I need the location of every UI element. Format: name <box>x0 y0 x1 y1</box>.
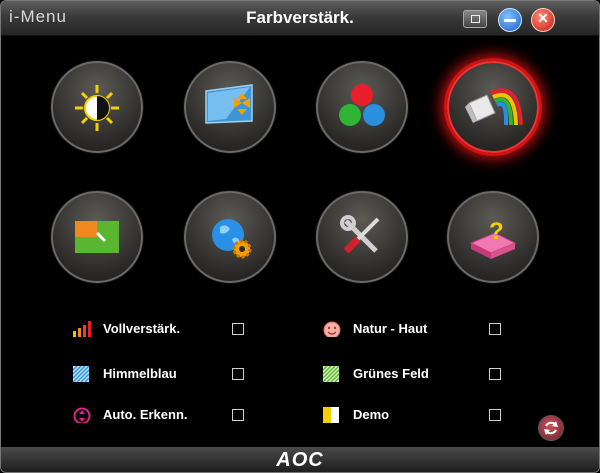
tile-image-setup[interactable] <box>184 61 276 153</box>
refresh-icon[interactable] <box>538 415 564 441</box>
nature-skin-checkbox[interactable] <box>489 323 501 335</box>
screen-arrows-icon <box>205 84 253 124</box>
footer-bar: AOC <box>1 447 599 472</box>
tile-osd-setup[interactable] <box>184 191 276 283</box>
green-field-checkbox[interactable] <box>489 368 501 380</box>
close-icon[interactable] <box>531 8 555 32</box>
option-label: Demo <box>353 407 390 422</box>
auto-detect-icon <box>73 407 91 423</box>
question-box-icon: ? <box>469 218 517 259</box>
demo-checkbox[interactable] <box>489 409 501 421</box>
globe-gear-icon <box>212 219 252 259</box>
tile-color-boost[interactable] <box>447 61 539 153</box>
imenu-window: i-Menu Farbverstärk. ✕ ? Vollverstärk. N… <box>0 0 600 473</box>
tile-brightness[interactable] <box>51 61 143 153</box>
demo-icon <box>323 407 339 423</box>
menu-icon[interactable] <box>463 10 487 28</box>
option-label: Grünes Feld <box>353 366 429 381</box>
smiley-icon <box>323 321 341 337</box>
full-enhance-checkbox[interactable] <box>232 323 244 335</box>
title-bar[interactable]: i-Menu Farbverstärk. <box>1 1 599 36</box>
sun-contrast-icon <box>75 85 119 131</box>
option-label: Himmelblau <box>103 366 177 381</box>
blue-stripes-icon <box>73 366 90 382</box>
tile-extra[interactable] <box>316 191 408 283</box>
option-label: Auto. Erkenn. <box>103 407 188 422</box>
sky-blue-checkbox[interactable] <box>232 368 244 380</box>
tile-picture-boost[interactable] <box>51 191 143 283</box>
paint-rainbow-icon <box>465 88 523 126</box>
tile-exit[interactable]: ? <box>447 191 539 283</box>
auto-detect-checkbox[interactable] <box>232 409 244 421</box>
tile-color-temperature[interactable] <box>316 61 408 153</box>
aoc-logo: AOC <box>276 449 324 471</box>
rgb-circles-icon <box>339 84 385 126</box>
option-label: Vollverstärk. <box>103 321 181 336</box>
tools-icon <box>340 215 380 254</box>
frame-cursor-icon <box>75 221 119 253</box>
signal-bars-icon <box>73 321 91 337</box>
svg-text:?: ? <box>489 218 504 245</box>
minimize-icon[interactable] <box>498 8 522 32</box>
green-stripes-icon <box>323 366 340 382</box>
option-label: Natur - Haut <box>353 321 428 336</box>
